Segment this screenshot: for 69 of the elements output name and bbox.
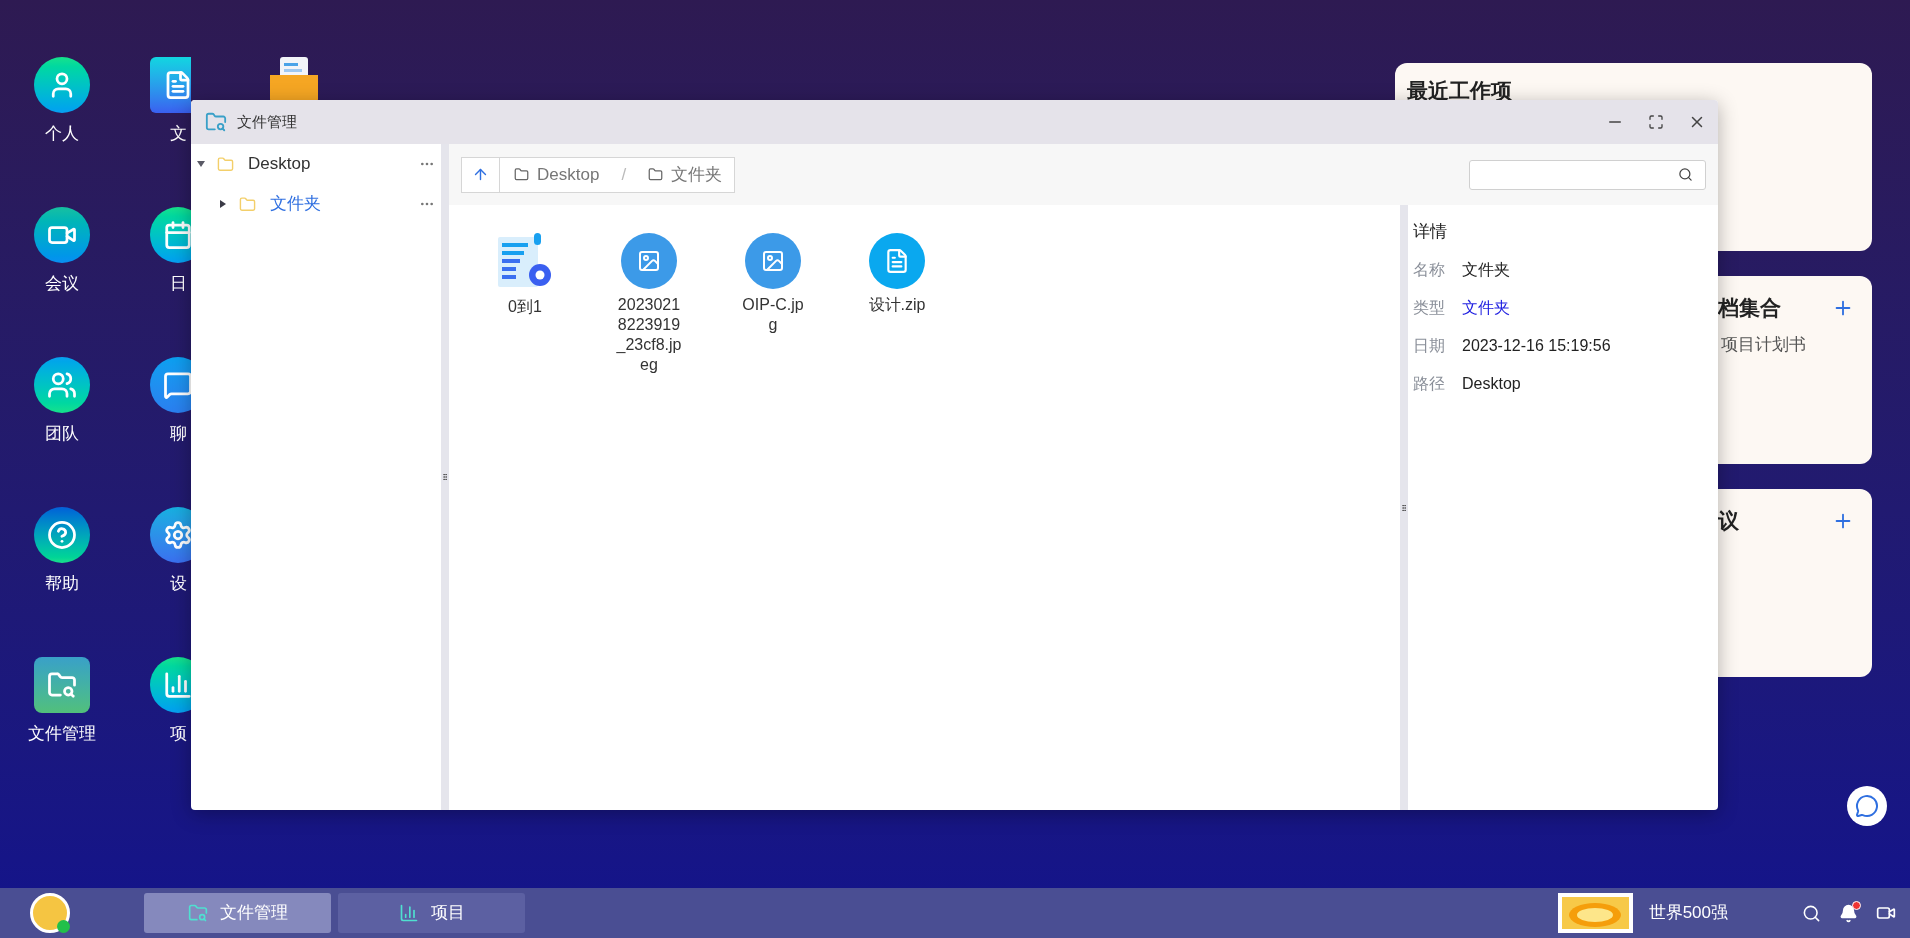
shortcut-label: 团队 — [45, 423, 79, 445]
widget-title: 档集合 — [1718, 295, 1782, 322]
shortcut-label: 聊 — [169, 423, 187, 445]
breadcrumb-item[interactable]: Desktop — [537, 161, 600, 188]
widget-title: 议 — [1718, 508, 1740, 535]
file-name[interactable]: 20230218223919_23cf8.jpeg — [614, 295, 684, 375]
user-icon[interactable] — [34, 57, 90, 113]
image-file-icon[interactable] — [621, 233, 677, 289]
splitter-handle[interactable] — [441, 472, 449, 482]
file-name[interactable]: 设计.zip — [862, 295, 932, 315]
shortcut-label: 项 — [169, 723, 187, 745]
window-title: 文件管理 — [237, 111, 298, 132]
folder-search-icon — [187, 903, 208, 923]
tree-item[interactable]: Desktop — [248, 151, 419, 177]
detail-label: 类型 — [1413, 298, 1446, 318]
up-arrow-icon[interactable] — [472, 166, 489, 183]
caret-icon[interactable] — [197, 160, 205, 168]
detail-link[interactable]: 文件夹 — [1462, 296, 1510, 320]
shortcut-label: 会议 — [45, 273, 79, 295]
document-file-icon[interactable] — [869, 233, 925, 289]
folder-icon[interactable] — [268, 57, 320, 103]
chat-button[interactable] — [1847, 786, 1887, 826]
widget-item[interactable]: 项目计划书 — [1721, 332, 1806, 358]
bar-chart-icon[interactable] — [150, 657, 191, 713]
detail-label: 路径 — [1413, 374, 1446, 394]
search-field[interactable] — [1469, 159, 1706, 190]
brand-name: 世界500强 — [1648, 902, 1728, 925]
detail-value: Desktop — [1462, 374, 1521, 394]
folder-icon — [648, 167, 664, 182]
taskbar-button[interactable]: 项目 — [338, 893, 525, 933]
search-icon[interactable] — [1802, 903, 1821, 923]
shortcut-label: 个人 — [45, 123, 79, 145]
search-icon[interactable] — [1678, 167, 1693, 182]
bell-icon[interactable] — [1839, 903, 1858, 923]
team-icon[interactable] — [34, 357, 90, 413]
detail-label: 名称 — [1413, 260, 1446, 280]
caret-icon[interactable] — [219, 200, 227, 208]
widget-title: 最近工作项 — [1407, 78, 1513, 105]
folder-icon — [217, 155, 234, 173]
folder-search-icon[interactable] — [34, 657, 90, 713]
help-icon[interactable] — [34, 507, 90, 563]
shortcut-label: 文 — [169, 123, 187, 145]
tree-item[interactable]: 文件夹 — [270, 191, 419, 217]
image-file-icon[interactable] — [745, 233, 801, 289]
file-name[interactable]: OIP-C.jpg — [738, 295, 808, 335]
breadcrumb-item[interactable]: 文件夹 — [671, 161, 723, 188]
detail-label: 日期 — [1413, 336, 1446, 356]
shortcut-label: 帮助 — [45, 573, 79, 595]
logo-icon[interactable] — [30, 893, 70, 933]
folder-icon — [514, 167, 529, 182]
detail-value: 2023-12-16 15:19:56 — [1462, 336, 1611, 356]
calendar-icon[interactable] — [150, 207, 191, 263]
bar-chart-icon — [398, 903, 419, 923]
document-icon[interactable] — [150, 57, 191, 113]
chat-icon[interactable] — [150, 357, 191, 413]
video-camera-icon[interactable] — [34, 207, 90, 263]
shortcut-label: 文件管理 — [28, 723, 96, 745]
splitter-handle[interactable] — [1400, 502, 1408, 513]
folder-search-icon — [205, 111, 227, 133]
chat-bubble-icon — [1855, 794, 1879, 818]
shortcut-label: 日 — [169, 273, 187, 295]
folder-icon — [239, 195, 256, 213]
maximize-icon[interactable] — [1648, 114, 1664, 130]
breadcrumb-separator: / — [621, 163, 627, 186]
detail-value: 文件夹 — [1462, 260, 1510, 280]
details-title: 详情 — [1413, 221, 1448, 243]
file-name[interactable]: 0到1 — [490, 297, 560, 317]
gear-icon[interactable] — [150, 507, 191, 563]
shortcut-label: 设 — [169, 573, 187, 595]
